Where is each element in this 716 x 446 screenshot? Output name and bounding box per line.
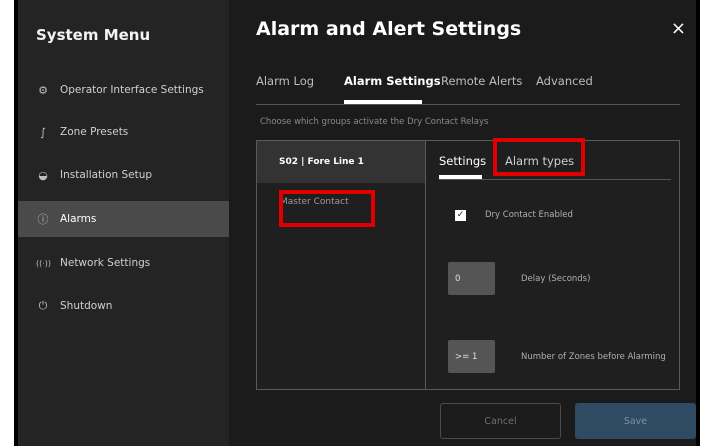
alarm-icon: ⓘ [37, 213, 49, 226]
cancel-button[interactable]: Cancel [440, 403, 561, 439]
active-sub-tab-indicator [439, 175, 482, 179]
sidebar-title: System Menu [36, 26, 151, 44]
delay-input[interactable]: 0 [448, 262, 495, 295]
gear-icon: ⚙ [38, 83, 48, 97]
active-tab-indicator [344, 100, 422, 104]
group-list: S02 | Fore Line 1 Master Contact [257, 141, 426, 389]
power-icon: ⏻ [38, 299, 48, 312]
group-header[interactable]: S02 | Fore Line 1 [257, 141, 425, 183]
main-content: Alarm and Alert Settings × Alarm Log Ala… [229, 0, 696, 446]
zones-input[interactable]: >= 1 [448, 340, 495, 373]
zones-label: Number of Zones before Alarming [521, 352, 666, 362]
tab-settings[interactable]: Settings [439, 154, 486, 168]
dry-contact-checkbox[interactable]: ✓ [455, 210, 466, 221]
dry-contact-panel: S02 | Fore Line 1 Master Contact Setting… [256, 140, 680, 390]
tab-remote-alerts[interactable]: Remote Alerts [441, 74, 522, 88]
tab-alarm-settings[interactable]: Alarm Settings [344, 74, 441, 88]
sidebar-item-zone-presets[interactable]: ∫ Zone Presets [18, 114, 229, 150]
sidebar-item-label: Network Settings [60, 257, 151, 269]
tab-alarm-log[interactable]: Alarm Log [256, 74, 314, 88]
tab-alarm-types[interactable]: Alarm types [505, 154, 574, 168]
sidebar: System Menu ⚙ Operator Interface Setting… [18, 0, 229, 446]
sidebar-item-label: Installation Setup [60, 169, 153, 181]
sidebar-item-installation-setup[interactable]: ◒ Installation Setup [18, 157, 229, 193]
sidebar-item-label: Alarms [60, 213, 97, 225]
sidebar-item-shutdown[interactable]: ⏻ Shutdown [18, 288, 229, 324]
close-icon[interactable]: × [671, 18, 686, 39]
sidebar-item-network-settings[interactable]: ((·)) Network Settings [18, 245, 229, 281]
save-button[interactable]: Save [575, 403, 696, 439]
install-icon: ◒ [38, 168, 48, 182]
sidebar-item-alarms[interactable]: ⓘ Alarms [18, 201, 229, 237]
instruction-text: Choose which groups activate the Dry Con… [260, 117, 489, 127]
group-item-master-contact[interactable]: Master Contact [280, 197, 349, 207]
delay-label: Delay (Seconds) [521, 274, 591, 284]
sidebar-item-label: Zone Presets [60, 126, 129, 138]
page-title: Alarm and Alert Settings [256, 18, 522, 40]
settings-sub-tabs: Settings Alarm types [439, 151, 671, 180]
app-window: System Menu ⚙ Operator Interface Setting… [14, 0, 700, 446]
dry-contact-label: Dry Contact Enabled [485, 210, 573, 220]
zone-icon: ∫ [40, 125, 46, 139]
sidebar-item-label: Operator Interface Settings [60, 84, 204, 96]
network-icon: ((·)) [36, 258, 52, 268]
sidebar-item-label: Shutdown [60, 300, 113, 312]
tab-advanced[interactable]: Advanced [536, 74, 593, 88]
tab-bar: Alarm Log Alarm Settings Remote Alerts A… [256, 74, 680, 105]
sidebar-item-operator-interface-settings[interactable]: ⚙ Operator Interface Settings [18, 72, 229, 108]
